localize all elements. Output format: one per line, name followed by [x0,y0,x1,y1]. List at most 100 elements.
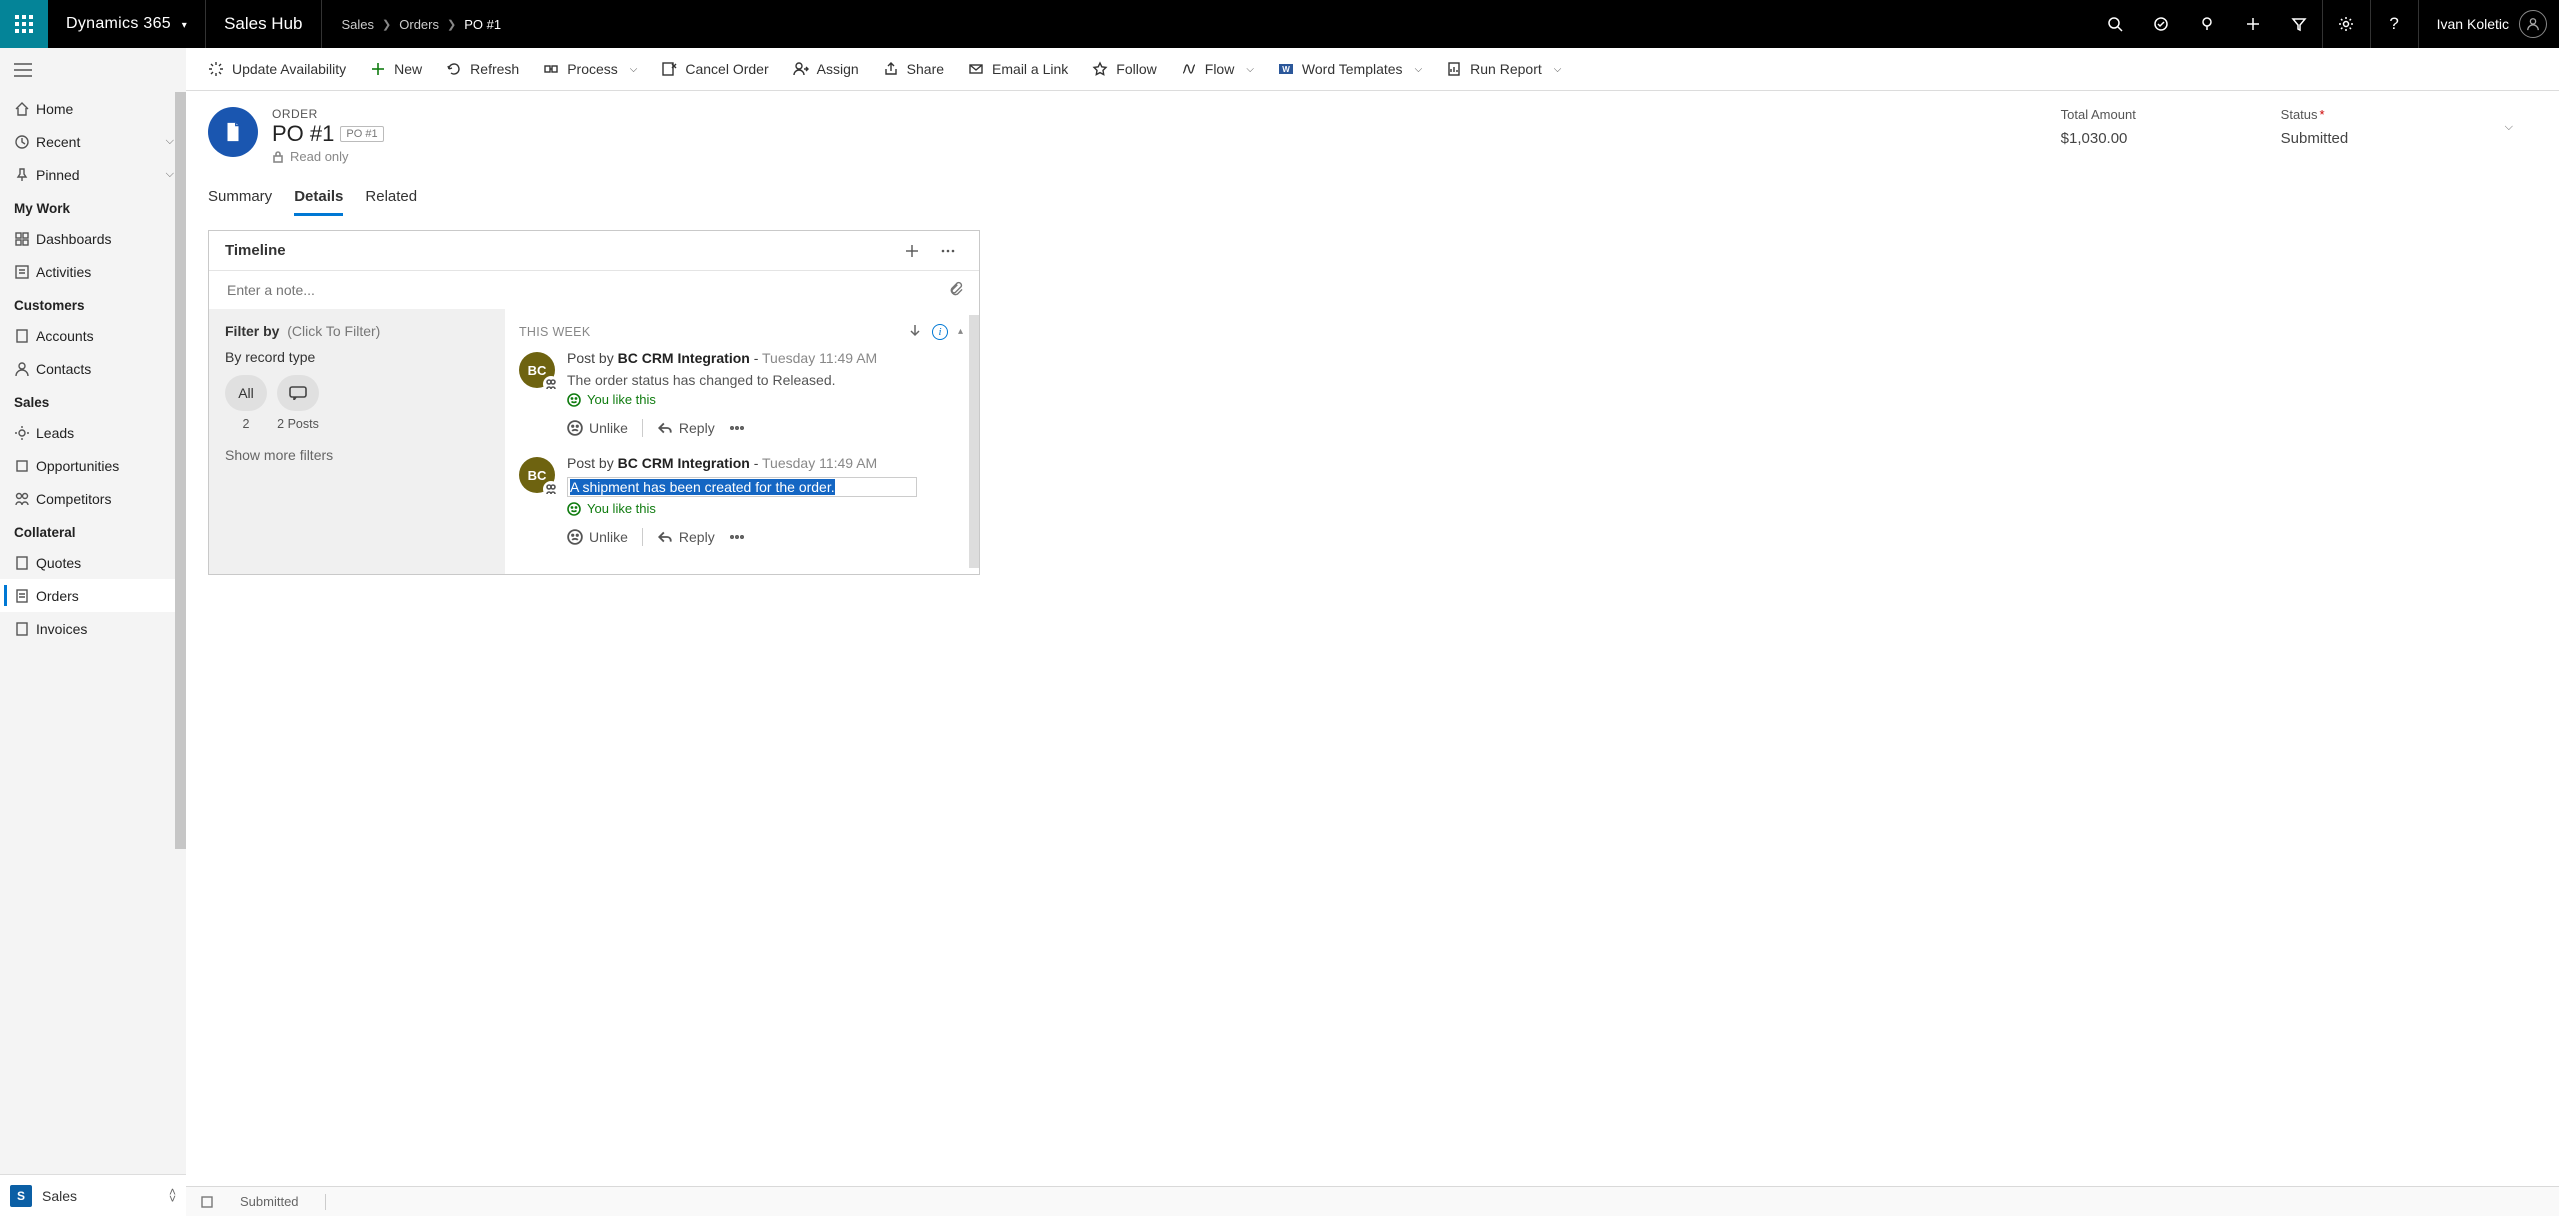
chevron-down-icon: ⌵ [630,64,638,75]
nav-opportunities[interactable]: Opportunities [0,449,186,482]
post-more[interactable] [729,420,745,436]
nav-competitors[interactable]: Competitors [0,482,186,515]
post-author: BC CRM Integration [618,455,750,471]
tab-summary[interactable]: Summary [208,188,272,216]
lightbulb-icon[interactable] [2184,0,2230,48]
nav-quotes[interactable]: Quotes [0,546,186,579]
crumb-0[interactable]: Sales [340,17,377,32]
unlike-button[interactable]: Unlike [567,420,628,436]
readonly-indicator: Read only [272,149,384,164]
like-indicator: You like this [567,501,957,516]
filter-pill-posts[interactable] [277,375,319,411]
leads-icon [14,425,36,441]
collapse-icon[interactable]: ▴ [958,326,963,337]
nav-pinned[interactable]: Pinned⌵ [0,158,186,191]
nav-group-sales: Sales [0,385,186,416]
filter-click[interactable]: (Click To Filter) [287,323,380,339]
search-icon[interactable] [2092,0,2138,48]
cmd-share[interactable]: Share [871,48,956,90]
invoice-icon [14,621,36,637]
header-expand[interactable]: ⌵ [2501,117,2517,138]
chevron-down-icon: ⌵ [1554,64,1562,75]
share-icon [883,61,899,77]
entity-icon [208,107,258,157]
tab-related[interactable]: Related [365,188,417,216]
breadcrumb: Sales ❯ Orders ❯ PO #1 [322,0,522,48]
task-icon[interactable] [2138,0,2184,48]
nav-orders[interactable]: Orders [0,579,186,612]
activity-icon [14,264,36,280]
plus-icon [370,61,386,77]
process-icon [543,61,559,77]
filter-by-record: By record type [225,349,489,365]
chevron-right-icon: ❯ [376,18,397,31]
post-timestamp: Tuesday 11:49 AM [762,350,877,366]
note-input[interactable] [225,281,948,299]
cmd-cancel-order[interactable]: Cancel Order [649,48,780,90]
timeline-more[interactable] [933,236,963,266]
chevron-down-icon: ⌵ [1246,64,1254,75]
lock-icon [272,151,284,163]
post-message[interactable]: A shipment has been created for the orde… [567,477,957,497]
nav-home[interactable]: Home [0,92,186,125]
timeline-post: BC Post by BC CRM Integration - Tuesday … [519,350,973,437]
tab-details[interactable]: Details [294,188,343,216]
crumb-2[interactable]: PO #1 [462,17,503,32]
crumb-1[interactable]: Orders [397,17,441,32]
nav-invoices[interactable]: Invoices [0,612,186,645]
filter-pill-all[interactable]: All [225,375,267,411]
nav-toggle[interactable] [0,48,186,92]
reply-button[interactable]: Reply [657,420,715,436]
unlike-button[interactable]: Unlike [567,529,628,545]
app-name: Sales Hub [206,0,321,48]
show-more-filters[interactable]: Show more filters [225,447,489,463]
cmd-assign[interactable]: Assign [781,48,871,90]
status-text: Submitted [240,1194,299,1209]
sort-icon[interactable] [908,323,922,340]
feed-scrollbar[interactable] [969,315,979,568]
nav-dashboards[interactable]: Dashboards [0,222,186,255]
timeline-feed: THIS WEEK i ▴ BC Post by BC CRM Inte [505,309,979,574]
cmd-update-availability[interactable]: Update Availability [196,48,358,90]
user-menu[interactable]: Ivan Koletic [2418,0,2559,48]
app-launcher[interactable] [0,0,48,48]
order-icon [14,588,36,604]
nav-recent[interactable]: Recent⌵ [0,125,186,158]
field-total-amount: Total Amount $1,030.00 [2061,107,2221,147]
add-icon[interactable] [2230,0,2276,48]
main-region: Update Availability New Refresh Process⌵… [186,48,2559,1216]
cmd-follow[interactable]: Follow [1080,48,1168,90]
post-timestamp: Tuesday 11:49 AM [762,455,877,471]
post-more[interactable] [729,529,745,545]
chevron-down-icon: ⌵ [166,135,174,148]
info-icon[interactable]: i [932,324,948,340]
settings-icon[interactable] [2322,0,2370,48]
post-type-icon [543,376,559,392]
timeline-add[interactable] [897,236,927,266]
svg-text:W: W [1282,65,1290,74]
cmd-refresh[interactable]: Refresh [434,48,531,90]
filter-icon[interactable] [2276,0,2322,48]
brand-switcher[interactable]: Dynamics 365 ▾ [48,0,206,48]
nav-activities[interactable]: Activities [0,255,186,288]
nav-group-customers: Customers [0,288,186,319]
reply-button[interactable]: Reply [657,529,715,545]
cmd-word-templates[interactable]: WWord Templates⌵ [1266,48,1434,90]
field-status: Status* Submitted [2281,107,2441,147]
nav-leads[interactable]: Leads [0,416,186,449]
assign-icon [793,61,809,77]
attach-icon[interactable] [948,281,963,299]
nav-accounts[interactable]: Accounts [0,319,186,352]
cmd-process[interactable]: Process⌵ [531,48,649,90]
post-type-icon [543,481,559,497]
cmd-flow[interactable]: Flow⌵ [1169,48,1266,90]
area-switcher[interactable]: S Sales ˄˅ [0,1174,186,1216]
cmd-run-report[interactable]: Run Report⌵ [1434,48,1573,90]
person-icon [14,361,36,377]
cancel-icon [661,61,677,77]
nav-scrollbar[interactable] [175,92,186,1174]
help-icon[interactable]: ? [2370,0,2418,48]
cmd-email-link[interactable]: Email a Link [956,48,1080,90]
nav-contacts[interactable]: Contacts [0,352,186,385]
cmd-new[interactable]: New [358,48,434,90]
